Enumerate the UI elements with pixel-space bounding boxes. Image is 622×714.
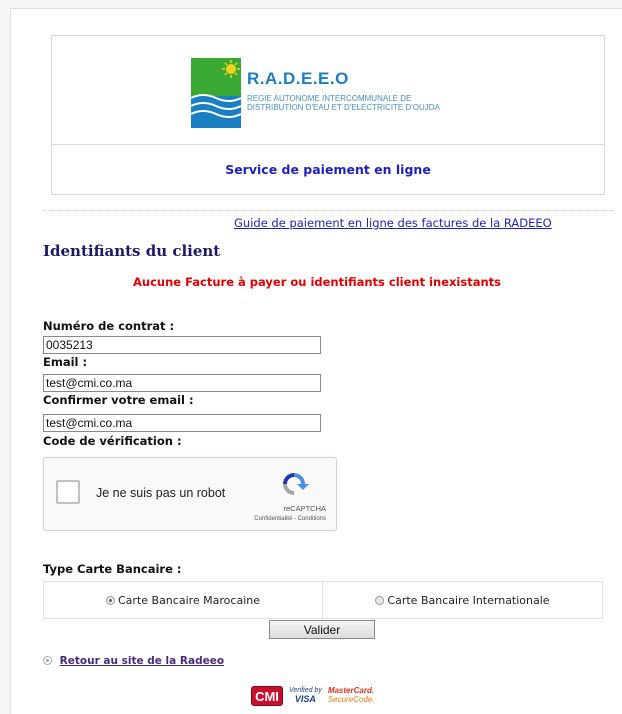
back-link[interactable]: Retour au site de la Radeeo xyxy=(60,655,224,667)
radeeo-logo-icon xyxy=(191,58,241,128)
mastercard-securecode-logo: MasterCard. SecureCode. xyxy=(328,686,375,704)
mastercard-bottom-text: SecureCode. xyxy=(327,695,375,704)
back-link-row: Retour au site de la Radeeo xyxy=(43,655,224,667)
email-input[interactable]: test@cmi.co.ma xyxy=(43,374,321,392)
service-title: Service de paiement en ligne xyxy=(225,162,431,177)
error-message: Aucune Facture à payer ou identifiants c… xyxy=(133,275,501,289)
contract-label: Numéro de contrat : xyxy=(43,319,175,333)
page: R.A.D.E.E.O REGIE AUTONOME INTERCOMMUNAL… xyxy=(10,8,622,714)
visa-top-text: Verified by xyxy=(289,687,322,694)
verified-by-visa-logo: Verified by VISA xyxy=(289,686,322,704)
recaptcha-brand: reCAPTCHA xyxy=(283,504,326,513)
guide-link[interactable]: Guide de paiement en ligne des factures … xyxy=(234,216,552,230)
recaptcha-icon xyxy=(283,473,309,495)
radeeo-logo: R.A.D.E.E.O REGIE AUTONOME INTERCOMMUNAL… xyxy=(191,58,451,128)
valider-button[interactable]: Valider xyxy=(269,620,375,639)
contract-input[interactable]: 0035213 xyxy=(43,336,321,354)
recaptcha-widget: Je ne suis pas un robot reCAPTCHA Confid… xyxy=(43,457,337,531)
recaptcha-checkbox[interactable] xyxy=(56,480,80,504)
visa-bottom-text: VISA xyxy=(294,694,316,704)
payment-logos: CMI Verified by VISA MasterCard. SecureC… xyxy=(251,686,375,712)
card-option-label: Carte Bancaire Marocaine xyxy=(118,593,260,607)
divider xyxy=(43,210,613,211)
email-label: Email : xyxy=(43,355,88,369)
card-option-marocaine[interactable]: Carte Bancaire Marocaine xyxy=(44,582,323,618)
logo-subtitle: REGIE AUTONOME INTERCOMMUNALE DE DISTRIB… xyxy=(247,94,440,112)
radio-internationale[interactable] xyxy=(375,595,385,605)
header-box: R.A.D.E.E.O REGIE AUTONOME INTERCOMMUNAL… xyxy=(51,35,605,195)
card-type-label: Type Carte Bancaire : xyxy=(43,562,182,576)
section-title: Identifiants du client xyxy=(43,242,221,260)
logo-row: R.A.D.E.E.O REGIE AUTONOME INTERCOMMUNAL… xyxy=(52,36,604,145)
card-option-label: Carte Bancaire Internationale xyxy=(387,593,550,607)
confirm-email-label: Confirmer votre email : xyxy=(43,393,194,407)
recaptcha-text: Je ne suis pas un robot xyxy=(96,486,226,500)
recaptcha-links[interactable]: Confidentialité - Conditions xyxy=(254,516,326,522)
card-type-table: Carte Bancaire Marocaine Carte Bancaire … xyxy=(43,581,603,619)
card-option-internationale[interactable]: Carte Bancaire Internationale xyxy=(323,582,602,618)
bullet-icon xyxy=(43,656,52,665)
verification-label: Code de vérification : xyxy=(43,434,182,448)
mastercard-top-text: MasterCard. xyxy=(327,686,375,695)
radio-marocaine[interactable] xyxy=(106,595,115,605)
cmi-logo: CMI xyxy=(251,686,283,706)
logo-title: R.A.D.E.E.O xyxy=(247,69,349,88)
confirm-email-input[interactable]: test@cmi.co.ma xyxy=(43,414,321,432)
